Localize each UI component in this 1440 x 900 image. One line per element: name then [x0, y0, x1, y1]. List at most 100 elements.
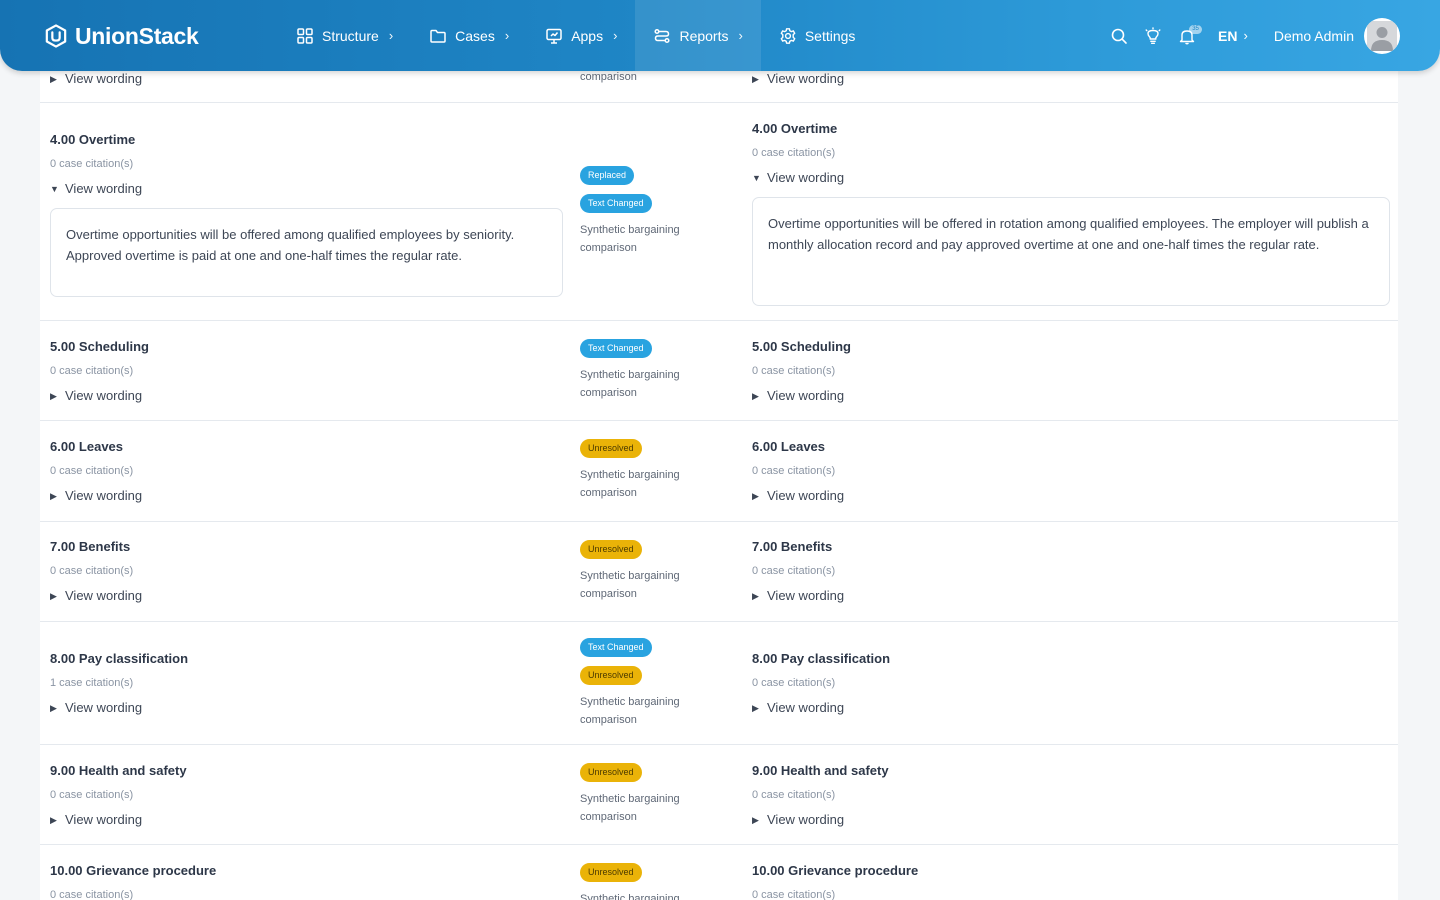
search-icon — [1111, 28, 1127, 44]
case-citations[interactable]: 0 case citation(s) — [752, 564, 1390, 578]
clause-title: 8.00 Pay classification — [752, 651, 891, 666]
case-citations[interactable]: 0 case citation(s) — [752, 788, 1390, 802]
source-note: Synthetic bargaining comparison — [580, 469, 680, 499]
view-wording-label: View wording — [767, 488, 845, 503]
table-row: 10.00 Grievance procedure 0 case citatio… — [40, 845, 1398, 900]
nav-label: Settings — [804, 27, 856, 44]
status-badge: Unresolved — [580, 863, 642, 882]
clause-title: 8.00 Pay classification — [50, 651, 189, 666]
clause-title: 4.00 Overtime — [50, 132, 136, 147]
view-wording-toggle[interactable]: ▶ View wording — [50, 700, 563, 716]
source-note: Synthetic bargaining comparison — [580, 893, 680, 900]
view-wording-toggle[interactable]: ▼ View wording — [752, 170, 1390, 186]
case-citations[interactable]: 0 case citation(s) — [752, 676, 1390, 690]
nav-settings[interactable]: Settings — [761, 0, 874, 71]
case-citations[interactable]: 0 case citation(s) — [752, 146, 1390, 160]
brand-logo[interactable]: UnionStack — [45, 21, 199, 51]
nav-apps[interactable]: Apps › — [527, 0, 635, 71]
search-button[interactable] — [1102, 19, 1136, 53]
case-citations[interactable]: 0 case citation(s) — [50, 464, 563, 478]
collapse-triangle-icon: ▼ — [50, 184, 59, 194]
logo-icon — [45, 24, 67, 48]
view-wording-toggle[interactable]: ▶ View wording — [752, 588, 1390, 604]
chevron-right-icon: › — [1243, 28, 1248, 43]
nav-label: Apps — [571, 27, 604, 44]
view-wording-toggle[interactable]: ▶ View wording — [752, 71, 1390, 87]
expand-triangle-icon: ▶ — [752, 591, 759, 601]
view-wording-label: View wording — [767, 388, 845, 403]
table-row: 5.00 Scheduling 0 case citation(s) ▶ Vie… — [40, 321, 1398, 421]
wording-text: Overtime opportunities will be offered i… — [752, 197, 1390, 306]
table-row: 8.00 Pay classification 1 case citation(… — [40, 622, 1398, 745]
view-wording-toggle[interactable]: ▼ View wording — [50, 181, 563, 197]
view-wording-toggle[interactable]: ▶ View wording — [50, 388, 563, 404]
case-citations[interactable]: 0 case citation(s) — [50, 364, 563, 378]
main-nav: Structure › Cases › Apps › Reports › Set… — [278, 0, 873, 71]
status-badge: Unresolved — [580, 540, 642, 559]
case-citations[interactable]: 1 case citation(s) — [50, 676, 563, 690]
view-wording-label: View wording — [767, 71, 845, 86]
chevron-right-icon: › — [388, 28, 394, 43]
view-wording-label: View wording — [65, 700, 143, 715]
clause-title: 10.00 Grievance procedure — [752, 863, 919, 878]
avatar[interactable] — [1364, 17, 1400, 54]
route-icon — [654, 28, 671, 43]
view-wording-label: View wording — [65, 488, 143, 503]
case-citations[interactable]: 0 case citation(s) — [50, 888, 563, 900]
view-wording-toggle[interactable]: ▶ View wording — [50, 812, 563, 828]
case-citations[interactable]: 0 case citation(s) — [50, 564, 563, 578]
language-selector[interactable]: EN › — [1218, 28, 1248, 44]
user-name[interactable]: Demo Admin — [1274, 28, 1354, 44]
view-wording-toggle[interactable]: ▶ View wording — [752, 812, 1390, 828]
expand-triangle-icon: ▶ — [50, 591, 57, 601]
case-citations[interactable]: 0 case citation(s) — [752, 888, 1390, 900]
tips-button[interactable] — [1136, 19, 1170, 53]
expand-triangle-icon: ▶ — [752, 391, 759, 401]
collapse-triangle-icon: ▼ — [752, 173, 761, 183]
view-wording-toggle[interactable]: ▶ View wording — [50, 488, 563, 504]
expand-triangle-icon: ▶ — [50, 391, 57, 401]
nav-structure[interactable]: Structure › — [278, 0, 411, 71]
grid-icon — [297, 27, 313, 44]
case-citations[interactable]: 0 case citation(s) — [752, 464, 1390, 478]
table-row: 9.00 Health and safety 0 case citation(s… — [40, 745, 1398, 845]
user-avatar-icon — [1367, 20, 1397, 51]
top-navigation-bar: UnionStack Structure › Cases › Apps › Re… — [0, 0, 1440, 71]
expand-triangle-icon: ▶ — [50, 815, 57, 825]
view-wording-toggle[interactable]: ▶ View wording — [50, 71, 563, 87]
clause-title: 9.00 Health and safety — [50, 763, 187, 778]
lightbulb-icon — [1145, 26, 1161, 44]
clause-title: 6.00 Leaves — [752, 439, 826, 454]
clause-title: 7.00 Benefits — [752, 539, 833, 554]
source-note: Synthetic bargaining comparison — [580, 369, 680, 399]
expand-triangle-icon: ▶ — [752, 74, 759, 84]
view-wording-label: View wording — [65, 812, 143, 827]
clause-title: 7.00 Benefits — [50, 539, 131, 554]
source-note: Synthetic bargaining comparison — [580, 224, 680, 254]
status-badge: Text Changed — [580, 194, 652, 213]
view-wording-toggle[interactable]: ▶ View wording — [50, 588, 563, 604]
view-wording-label: View wording — [65, 388, 143, 403]
status-badge: Unresolved — [580, 439, 642, 458]
notification-count-badge: 35 — [1189, 24, 1203, 34]
source-note: Synthetic bargaining comparison — [580, 696, 680, 726]
nav-label: Reports — [679, 27, 729, 44]
status-badge: Text Changed — [580, 638, 652, 657]
view-wording-toggle[interactable]: ▶ View wording — [752, 700, 1390, 716]
case-citations[interactable]: 0 case citation(s) — [752, 364, 1390, 378]
view-wording-label: View wording — [65, 588, 143, 603]
notifications-button[interactable]: 35 — [1170, 19, 1204, 53]
gear-icon — [780, 27, 796, 44]
view-wording-toggle[interactable]: ▶ View wording — [752, 488, 1390, 504]
table-row: 7.00 Benefits 0 case citation(s) ▶ View … — [40, 522, 1398, 622]
chevron-right-icon: › — [738, 28, 743, 43]
nav-label: Structure — [322, 27, 379, 44]
case-citations[interactable]: 0 case citation(s) — [50, 788, 563, 802]
nav-reports[interactable]: Reports › — [635, 0, 761, 71]
wording-text: Overtime opportunities will be offered a… — [50, 208, 563, 297]
view-wording-toggle[interactable]: ▶ View wording — [752, 388, 1390, 404]
expand-triangle-icon: ▶ — [50, 74, 57, 84]
status-badge: Replaced — [580, 166, 635, 185]
case-citations[interactable]: 0 case citation(s) — [50, 157, 563, 171]
nav-cases[interactable]: Cases › — [411, 0, 527, 71]
